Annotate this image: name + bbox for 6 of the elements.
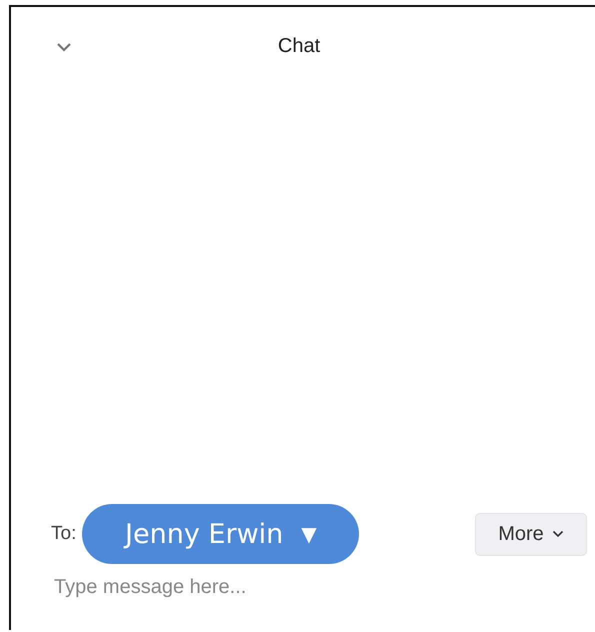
more-button[interactable]: More: [475, 512, 587, 556]
collapse-chevron-icon[interactable]: [56, 42, 72, 52]
to-label: To:: [51, 523, 76, 545]
window-title: Chat: [278, 35, 320, 58]
recipient-dropdown[interactable]: Jenny Erwin ▼: [82, 504, 360, 564]
chevron-down-icon: [552, 530, 564, 538]
